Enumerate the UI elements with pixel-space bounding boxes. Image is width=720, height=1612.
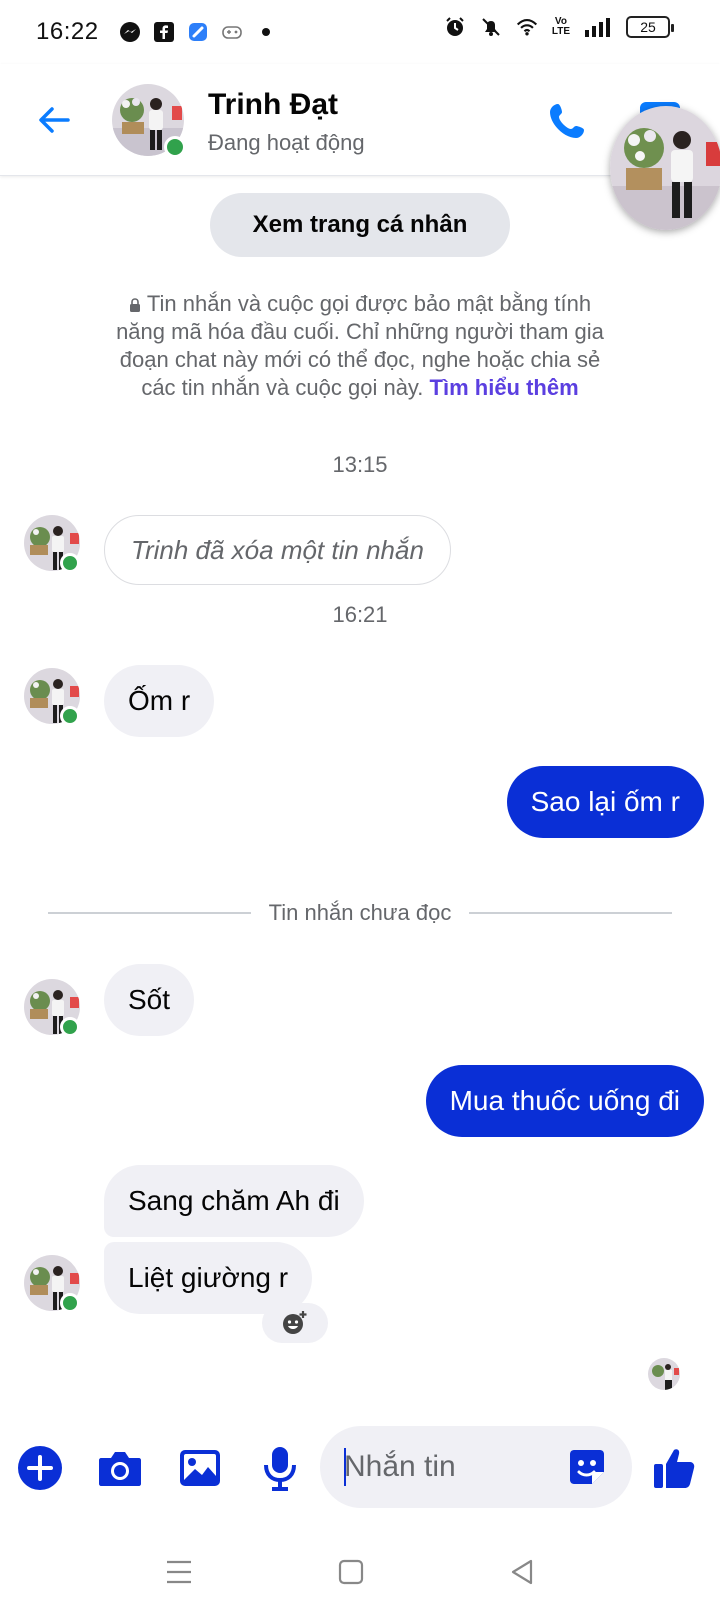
message-input[interactable] xyxy=(344,1426,564,1508)
recent-apps-button[interactable] xyxy=(157,1550,201,1594)
contact-name[interactable]: Trinh Đạt xyxy=(208,88,338,122)
message-timestamp: 16:21 xyxy=(332,602,388,627)
messenger-icon xyxy=(119,21,141,43)
square-icon xyxy=(338,1559,364,1585)
system-navigation-bar xyxy=(0,1530,720,1612)
volte-bottom: LTE xyxy=(551,26,570,37)
encryption-notice: Tin nhắn và cuộc gọi được bảo mật bằng t… xyxy=(110,290,610,402)
gallery-button[interactable] xyxy=(176,1444,224,1492)
online-indicator xyxy=(164,136,186,158)
like-button[interactable] xyxy=(650,1444,698,1492)
message-composer xyxy=(0,1420,720,1516)
battery-indicator: 25 xyxy=(626,16,674,38)
app-notification-icon xyxy=(187,21,209,43)
system-back-button[interactable] xyxy=(501,1550,545,1594)
message-input-container[interactable] xyxy=(320,1426,632,1508)
seen-receipt-avatar xyxy=(648,1358,680,1390)
microphone-icon xyxy=(264,1447,296,1491)
unread-messages-divider: Tin nhắn chưa đọc xyxy=(48,900,673,926)
online-indicator xyxy=(60,553,80,573)
alarm-icon xyxy=(444,16,466,38)
learn-more-link[interactable]: Tìm hiểu thêm xyxy=(430,375,579,400)
thumbs-up-icon xyxy=(654,1449,695,1488)
status-bar: 16:22 Vo LTE 25 xyxy=(0,0,720,64)
more-actions-button[interactable] xyxy=(16,1444,64,1492)
menu-lines-icon xyxy=(167,1560,191,1584)
online-indicator xyxy=(60,1017,80,1037)
message-timestamp: 13:15 xyxy=(332,452,388,477)
incoming-message-bubble[interactable]: Sang chăm Ah đi xyxy=(104,1165,364,1237)
deleted-message-bubble[interactable]: Trinh đã xóa một tin nhắn xyxy=(104,515,451,585)
unread-messages-label: Tin nhắn chưa đọc xyxy=(268,900,452,925)
sticker-icon xyxy=(570,1450,604,1484)
divider-line xyxy=(48,912,251,914)
lock-icon xyxy=(129,298,140,312)
view-profile-button[interactable]: Xem trang cá nhân xyxy=(210,193,510,257)
signal-icon xyxy=(584,16,612,38)
more-notifications-dot-icon xyxy=(255,21,277,43)
outgoing-message-bubble[interactable]: Sao lại ốm r xyxy=(506,766,704,838)
sticker-button[interactable] xyxy=(566,1446,608,1488)
incoming-message-bubble[interactable]: Ốm r xyxy=(104,665,215,737)
outgoing-message-bubble[interactable]: Mua thuốc uống đi xyxy=(425,1065,704,1137)
game-icon xyxy=(221,21,243,43)
voice-call-button[interactable] xyxy=(546,98,590,142)
camera-icon xyxy=(99,1452,141,1486)
text-cursor xyxy=(344,1448,346,1486)
volte-indicator: Vo LTE xyxy=(552,17,570,37)
add-reaction-button[interactable] xyxy=(262,1303,328,1343)
image-icon xyxy=(180,1450,220,1486)
triangle-back-icon xyxy=(511,1559,533,1585)
chat-head-bubble[interactable] xyxy=(610,106,720,230)
back-arrow-icon xyxy=(39,107,70,133)
plus-circle-icon xyxy=(18,1446,62,1490)
back-button[interactable] xyxy=(32,98,76,142)
notification-icons xyxy=(119,21,277,43)
voice-message-button[interactable] xyxy=(256,1444,304,1492)
home-button[interactable] xyxy=(329,1550,373,1594)
online-indicator xyxy=(60,706,80,726)
divider-line xyxy=(469,912,673,914)
wifi-icon xyxy=(516,16,538,38)
system-status-icons: Vo LTE 25 xyxy=(444,16,674,38)
facebook-icon xyxy=(153,21,175,43)
online-indicator xyxy=(60,1293,80,1313)
incoming-message-bubble[interactable]: Sốt xyxy=(104,964,195,1036)
add-reaction-icon xyxy=(283,1311,307,1334)
camera-button[interactable] xyxy=(96,1444,144,1492)
phone-icon xyxy=(550,104,584,138)
mute-icon xyxy=(480,16,502,38)
contact-active-status: Đang hoạt động xyxy=(208,130,365,155)
status-time: 16:22 xyxy=(36,18,99,45)
